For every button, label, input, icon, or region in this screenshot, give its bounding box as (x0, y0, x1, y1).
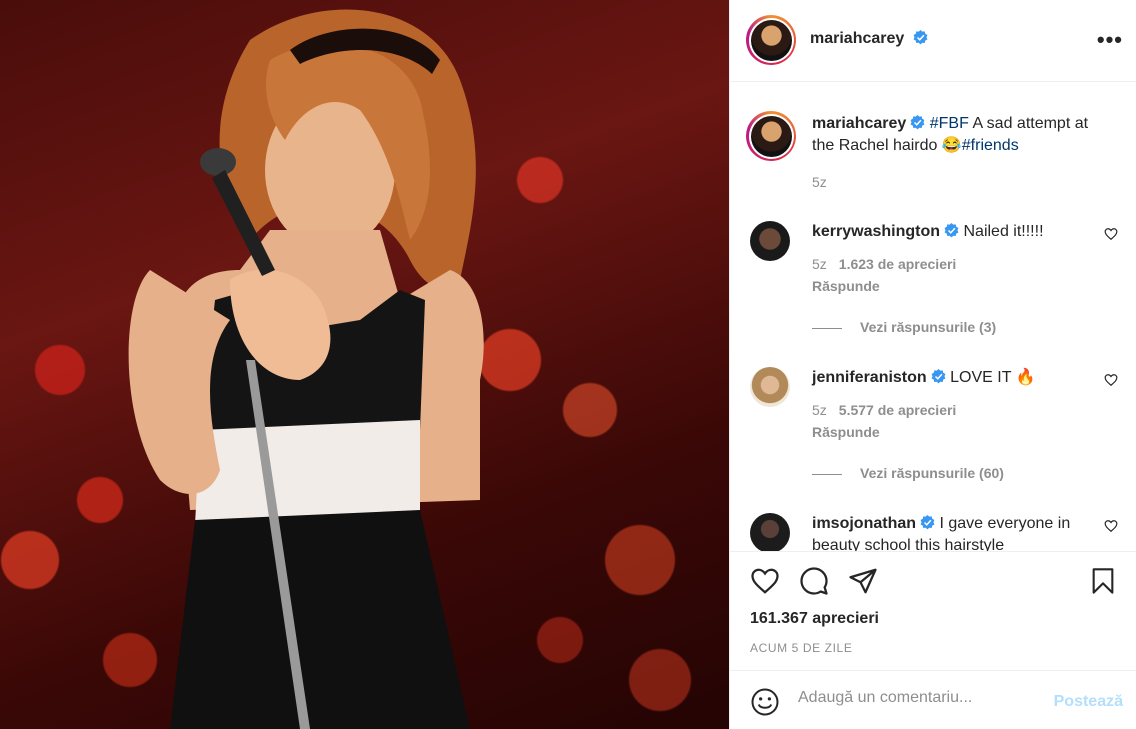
view-replies-label: Vezi răspunsurile (3) (860, 319, 997, 335)
reply-button[interactable]: Răspunde (812, 421, 1102, 443)
comment-like-heart-icon[interactable] (1104, 519, 1118, 533)
comment-text: imsojonathan I gave everyone in beauty s… (812, 513, 1102, 551)
comment-input[interactable] (798, 689, 1038, 707)
commenter-avatar[interactable] (750, 221, 790, 261)
comment-likes[interactable]: 1.623 de aprecieri (839, 256, 957, 272)
comment-age[interactable]: 5z (812, 256, 827, 272)
comment-item: imsojonathan I gave everyone in beauty s… (746, 513, 1126, 551)
commenter-username[interactable]: kerrywashington (812, 223, 940, 240)
commenter-avatar[interactable] (750, 513, 790, 551)
view-replies-button[interactable]: Vezi răspunsurile (60) (812, 465, 1004, 481)
commenter-username[interactable]: jenniferaniston (812, 369, 927, 386)
comment-text: jenniferaniston LOVE IT 🔥 (812, 367, 1102, 389)
header-author: mariahcarey (810, 30, 928, 48)
more-options-icon[interactable]: ••• (1097, 29, 1123, 51)
verified-badge-icon (931, 369, 946, 384)
emoji-icon[interactable] (750, 687, 780, 717)
like-heart-icon[interactable] (750, 566, 780, 596)
author-username[interactable]: mariahcarey (810, 30, 904, 47)
comment-body: LOVE IT 🔥 (950, 369, 1036, 386)
caption-author[interactable]: mariahcarey (812, 115, 906, 132)
post-actions: 161.367 aprecieri ACUM 5 DE ZILE (730, 551, 1136, 669)
hashtag-link[interactable]: #FBF (930, 115, 969, 132)
author-avatar[interactable] (746, 15, 796, 65)
replies-divider (812, 327, 842, 329)
comment-bubble-icon[interactable] (799, 566, 829, 596)
verified-badge-icon (910, 115, 925, 130)
reply-button[interactable]: Răspunde (812, 275, 1102, 297)
share-paper-plane-icon[interactable] (848, 566, 878, 596)
caption-avatar[interactable] (746, 111, 796, 161)
post-side-panel: mariahcarey ••• mariahcarey #FBF A sad a… (729, 0, 1136, 729)
view-replies-button[interactable]: Vezi răspunsurile (3) (812, 319, 996, 335)
comment-item: kerrywashington Nailed it!!!!! 5z 1.623 d… (746, 221, 1126, 351)
post-header: mariahcarey ••• (730, 0, 1136, 82)
hashtag-link[interactable]: #friends (962, 137, 1019, 154)
comments-list[interactable]: mariahcarey #FBF A sad attempt at the Ra… (730, 83, 1136, 551)
likes-count[interactable]: 161.367 aprecieri (750, 610, 879, 628)
comment-composer: Postează (730, 670, 1136, 729)
photo-illustration (128, 9, 484, 729)
caption-age[interactable]: 5z (812, 171, 1102, 193)
view-replies-label: Vezi răspunsurile (60) (860, 465, 1004, 481)
comment-likes[interactable]: 5.577 de aprecieri (839, 402, 957, 418)
post-comment-button[interactable]: Postează (1054, 693, 1123, 711)
commenter-avatar[interactable] (750, 367, 790, 407)
post-photo[interactable] (0, 0, 729, 729)
caption-text: mariahcarey #FBF A sad attempt at the Ra… (812, 113, 1102, 157)
post-time[interactable]: ACUM 5 DE ZILE (750, 641, 852, 655)
commenter-username[interactable]: imsojonathan (812, 515, 916, 532)
comment-text: kerrywashington Nailed it!!!!! (812, 221, 1102, 243)
comment-age[interactable]: 5z (812, 402, 827, 418)
verified-badge-icon (913, 30, 928, 45)
verified-badge-icon (920, 515, 935, 530)
comment-item: jenniferaniston LOVE IT 🔥 5z 5.577 de apr… (746, 367, 1126, 497)
comment-like-heart-icon[interactable] (1104, 227, 1118, 241)
comment-like-heart-icon[interactable] (1104, 373, 1118, 387)
comment-body: Nailed it!!!!! (963, 223, 1044, 240)
replies-divider (812, 473, 842, 475)
verified-badge-icon (944, 223, 959, 238)
save-bookmark-icon[interactable] (1089, 566, 1117, 596)
